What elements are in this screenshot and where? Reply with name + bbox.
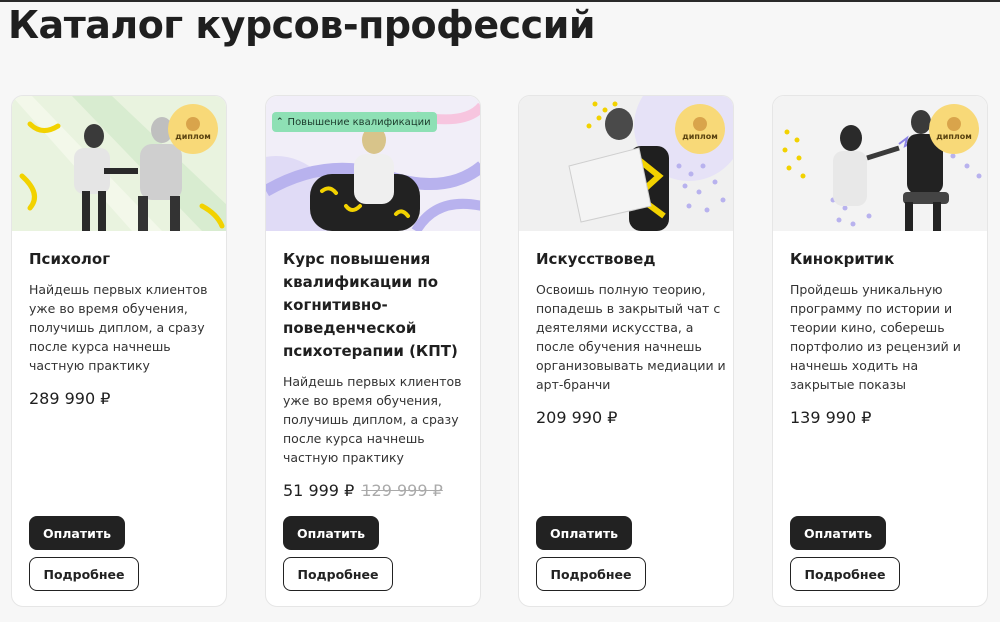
pay-button[interactable]: Оплатить bbox=[29, 516, 125, 550]
course-price: 289 990 ₽ bbox=[29, 389, 111, 408]
course-card-film-critic[interactable]: диплом Кинокритик Пройдешь уникальную пр… bbox=[772, 95, 988, 607]
course-description: Пройдешь уникальную программу по истории… bbox=[790, 282, 961, 392]
details-button[interactable]: Подробнее bbox=[536, 557, 646, 591]
course-price: 51 999 ₽ bbox=[283, 481, 355, 500]
card-body: Психолог Найдешь первых клиентов уже во … bbox=[29, 248, 219, 408]
course-description: Освоишь полную теорию, попадешь в закрыт… bbox=[536, 282, 726, 392]
card-body: Кинокритик Пройдешь уникальную программу… bbox=[790, 248, 980, 427]
details-button[interactable]: Подробнее bbox=[29, 557, 139, 591]
diploma-badge: диплом bbox=[675, 104, 725, 154]
page-title: Каталог курсов-профессий bbox=[8, 3, 595, 47]
course-title: Кинокритик bbox=[790, 250, 895, 268]
emblem-icon bbox=[947, 116, 961, 131]
diploma-badge: диплом bbox=[168, 104, 218, 154]
card-body: Курс повышения квалификации по когнитивн… bbox=[283, 248, 473, 500]
course-title: Курс повышения квалификации по когнитивн… bbox=[283, 250, 458, 360]
course-card-art-historian[interactable]: диплом Искусствовед Освоишь полную теори… bbox=[518, 95, 734, 607]
course-price: 139 990 ₽ bbox=[790, 408, 872, 427]
course-price: 209 990 ₽ bbox=[536, 408, 618, 427]
pay-button[interactable]: Оплатить bbox=[536, 516, 632, 550]
card-body: Искусствовед Освоишь полную теорию, попа… bbox=[536, 248, 726, 427]
course-description: Найдешь первых клиентов уже во время обу… bbox=[29, 282, 208, 373]
course-old-price: 129 999 ₽ bbox=[361, 481, 443, 500]
price-block: 209 990 ₽ bbox=[536, 408, 726, 427]
details-button[interactable]: Подробнее bbox=[790, 557, 900, 591]
chevrons-up-icon: ⌃ bbox=[276, 117, 284, 127]
course-card-psychologist[interactable]: диплом Психолог Найдешь первых клиентов … bbox=[11, 95, 227, 607]
diploma-badge: диплом bbox=[929, 104, 979, 154]
price-block: 139 990 ₽ bbox=[790, 408, 980, 427]
details-button[interactable]: Подробнее bbox=[283, 557, 393, 591]
pay-button[interactable]: Оплатить bbox=[790, 516, 886, 550]
course-card-cbt[interactable]: ⌃ Повышение квалификации Курс повышения … bbox=[265, 95, 481, 607]
pay-button[interactable]: Оплатить bbox=[283, 516, 379, 550]
price-block: 51 999 ₽ 129 999 ₽ bbox=[283, 481, 473, 500]
upskill-badge: ⌃ Повышение квалификации bbox=[272, 112, 437, 132]
course-title: Психолог bbox=[29, 250, 111, 268]
course-description: Найдешь первых клиентов уже во время обу… bbox=[283, 374, 462, 465]
emblem-icon bbox=[693, 116, 707, 131]
course-title: Искусствовед bbox=[536, 250, 656, 268]
emblem-icon bbox=[186, 116, 200, 131]
price-block: 289 990 ₽ bbox=[29, 389, 219, 408]
